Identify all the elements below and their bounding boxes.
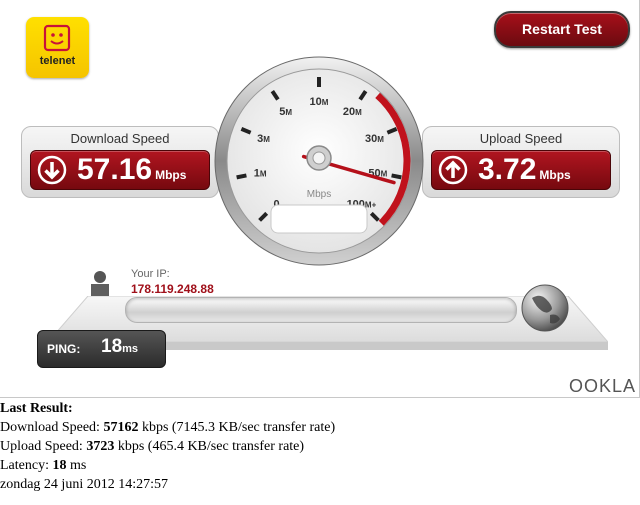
- gauge-tick-label: 3M: [257, 133, 270, 145]
- gauge-readout-window: [270, 204, 368, 234]
- gauge-unit-label: Mbps: [307, 189, 331, 200]
- upload-result-prefix: Upload Speed:: [0, 439, 87, 454]
- restart-test-button[interactable]: Restart Test: [494, 11, 630, 48]
- upload-speed-display: 3.72 Mbps: [431, 150, 611, 190]
- upload-result-line: Upload Speed: 3723 kbps (465.4 KB/sec tr…: [0, 437, 335, 456]
- download-result-value: 57162: [103, 420, 139, 435]
- telenet-logo: telenet: [26, 17, 89, 78]
- gauge-tick: [391, 173, 402, 180]
- ookla-logo: OOKLA: [569, 376, 637, 396]
- ping-unit: ms: [122, 343, 139, 355]
- last-result-section: Last Result: Download Speed: 57162 kbps …: [0, 399, 335, 494]
- upload-result-suffix: kbps (465.4 KB/sec transfer rate): [114, 439, 305, 454]
- gauge-tick-label: 5M: [279, 106, 292, 118]
- ip-value: 178.119.248.88: [131, 282, 214, 296]
- gauge-tick-label: 1M: [254, 168, 267, 180]
- upload-value-text: 3.72: [478, 153, 537, 186]
- gauge-tick-label: 10M: [310, 96, 329, 108]
- ip-label: Your IP:: [131, 268, 170, 280]
- latency-result-value: 18: [52, 458, 67, 473]
- gauge-tick-label: 30M: [365, 133, 384, 145]
- speed-gauge: 01M3M5M10M20M30M50M100M+ Mbps: [214, 56, 424, 266]
- gauge-hub-center: [312, 151, 326, 165]
- latency-result-prefix: Latency:: [0, 458, 53, 473]
- globe-icon: [521, 284, 569, 332]
- logo-text: telenet: [39, 55, 76, 67]
- ping-display: PING: 18ms: [37, 330, 166, 368]
- download-result-prefix: Download Speed:: [0, 420, 104, 435]
- download-result-line: Download Speed: 57162 kbps (7145.3 KB/se…: [0, 418, 335, 437]
- ping-label: PING:: [47, 342, 81, 356]
- latency-result-suffix: ms: [66, 458, 87, 473]
- ping-value: 18ms: [101, 336, 138, 358]
- latency-result-line: Latency: 18 ms: [0, 456, 335, 475]
- download-value-text: 57.16: [77, 153, 153, 186]
- download-speed-box: Download Speed 57.16 Mbps: [21, 126, 219, 198]
- last-result-heading: Last Result:: [0, 401, 73, 416]
- ping-value-text: 18: [101, 336, 123, 357]
- gauge-tick: [236, 173, 247, 180]
- upload-unit: Mbps: [539, 168, 571, 182]
- upload-speed-value: 3.72 Mbps: [478, 152, 571, 193]
- upload-speed-title: Upload Speed: [479, 131, 563, 146]
- result-date: zondag 24 juni 2012 14:27:57: [0, 477, 168, 492]
- download-unit: Mbps: [155, 168, 187, 182]
- arrow-up-icon: [438, 155, 468, 185]
- speedtest-panel: telenet Restart Test Download Speed 57.1…: [0, 0, 640, 398]
- connection-bar: [125, 297, 517, 323]
- download-speed-value: 57.16 Mbps: [77, 152, 186, 193]
- smiley-face-icon: [43, 24, 71, 52]
- gauge-tick-label: 20M: [343, 106, 362, 118]
- upload-speed-box: Upload Speed 3.72 Mbps: [422, 126, 620, 198]
- download-speed-display: 57.16 Mbps: [30, 150, 210, 190]
- arrow-down-icon: [37, 155, 67, 185]
- upload-result-value: 3723: [86, 439, 115, 454]
- download-speed-title: Download Speed: [70, 131, 170, 146]
- download-result-suffix: kbps (7145.3 KB/sec transfer rate): [138, 420, 336, 435]
